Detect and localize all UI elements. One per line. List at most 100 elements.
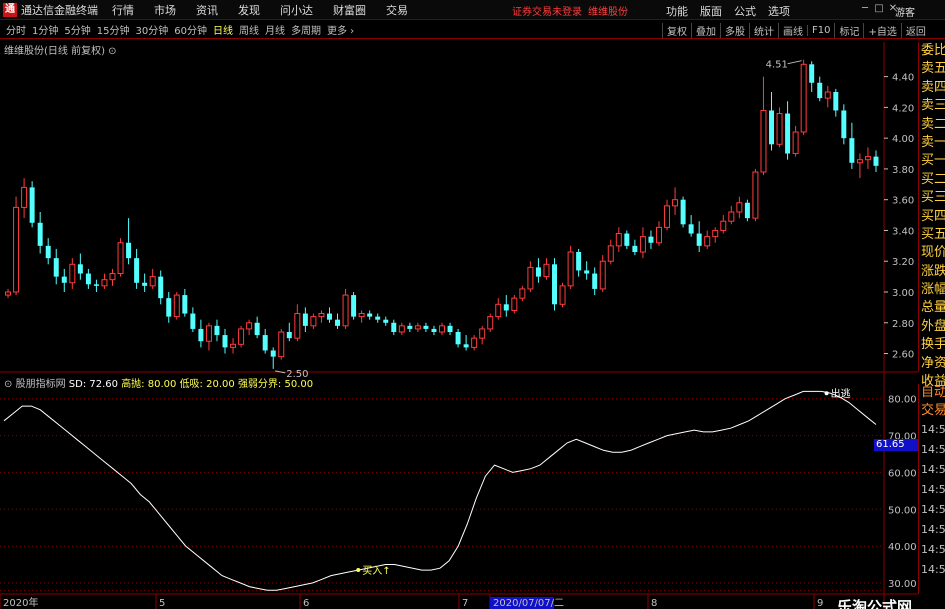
- tool-f10[interactable]: F10: [807, 24, 834, 36]
- candle-body: [278, 331, 285, 358]
- maximize-icon[interactable]: □: [872, 3, 886, 14]
- period-bar: 分时 1分钟 5分钟 15分钟 30分钟 60分钟 日线 周线 月线 多周期 更…: [0, 21, 945, 39]
- candle-body: [824, 91, 831, 99]
- period-fenshi[interactable]: 分时: [6, 22, 26, 37]
- sidebar-item: 外盘: [921, 318, 945, 334]
- tool-duogu[interactable]: 多股: [720, 22, 749, 38]
- period-5min[interactable]: 5分钟: [64, 22, 90, 37]
- buy-signal-dot: [356, 568, 361, 573]
- date-tick-label: 2020年: [3, 596, 38, 609]
- candle-body: [173, 294, 180, 318]
- candle-body: [126, 242, 132, 259]
- tool-diejia[interactable]: 叠加: [691, 22, 720, 38]
- candle-body: [535, 267, 541, 277]
- tool-fuquan[interactable]: 复权: [662, 22, 691, 38]
- minimize-icon[interactable]: ─: [858, 3, 872, 14]
- candle-body: [351, 295, 357, 317]
- sidebar-item: 涨幅: [921, 282, 945, 298]
- indicator-line: [3, 390, 877, 591]
- indicator-sidebar: 自动 交易 14:56 14:56 14:56 14:56 14:56 14:5…: [918, 384, 945, 594]
- sell-signal-label: 出逃: [831, 387, 851, 400]
- candle-body: [101, 279, 108, 287]
- candle-body: [599, 260, 606, 290]
- sell-signal-dot: [824, 391, 829, 396]
- period-30min[interactable]: 30分钟: [135, 22, 168, 37]
- candle-body: [769, 110, 774, 145]
- sidebar-trade[interactable]: 交易: [919, 402, 945, 420]
- candle-body: [383, 319, 389, 323]
- settings-icon[interactable]: ⊙: [108, 46, 116, 57]
- watermark: 乐淘公式网: [837, 598, 913, 609]
- candle-body: [182, 295, 188, 314]
- menu-caifuquan[interactable]: 财富圈: [333, 2, 366, 18]
- candle-body: [61, 276, 67, 283]
- menu-hangqing[interactable]: 行情: [112, 2, 134, 18]
- menu-faxian[interactable]: 发现: [238, 2, 260, 18]
- menu-banmian[interactable]: 版面: [700, 3, 722, 19]
- candle-body: [423, 325, 429, 329]
- menu-gongshi[interactable]: 公式: [734, 3, 756, 19]
- candle-body: [262, 335, 268, 351]
- candle-body: [728, 211, 735, 222]
- candle-body: [205, 325, 212, 342]
- candle-body: [632, 245, 638, 252]
- sidebar-item: 买一: [921, 153, 945, 169]
- candle-body: [680, 199, 686, 225]
- period-more[interactable]: 更多 ›: [327, 22, 354, 37]
- menu-zixun[interactable]: 资讯: [196, 2, 218, 18]
- sidebar-item: 卖四: [921, 79, 945, 95]
- indicator-settings-icon[interactable]: ⊙: [4, 379, 12, 390]
- sidebar-item: 买四: [921, 208, 945, 224]
- period-weekly[interactable]: 周线: [239, 22, 259, 37]
- candle-body: [527, 266, 534, 290]
- candle-body: [624, 233, 630, 246]
- candle-body: [407, 325, 413, 329]
- period-15min[interactable]: 15分钟: [97, 22, 130, 37]
- sidebar-item: 换手: [921, 337, 945, 353]
- candle-body: [704, 236, 711, 247]
- candle-body: [607, 245, 614, 262]
- candle-body: [584, 270, 590, 274]
- menu-jiaoyi[interactable]: 交易: [386, 2, 408, 18]
- title-bar: 通 通达信金融终端 行情 市场 资讯 发现 问小达 财富圈 交易 证券交易未登录…: [0, 0, 945, 20]
- menu-gongneng[interactable]: 功能: [666, 3, 688, 19]
- guest-label[interactable]: 游客: [895, 4, 915, 19]
- date-tick-label: 5: [159, 598, 165, 609]
- menu-xuanxiang[interactable]: 选项: [768, 3, 790, 19]
- candle-body: [326, 313, 332, 320]
- period-60min[interactable]: 60分钟: [174, 22, 207, 37]
- indicator-tick-label: 40.00: [888, 542, 917, 553]
- menu-shichang[interactable]: 市场: [154, 2, 176, 18]
- date-tick-label: 2020/07/07/二: [493, 598, 564, 609]
- candle-body: [720, 220, 727, 231]
- tool-zixuan[interactable]: +自选: [863, 22, 900, 38]
- tool-huaxian[interactable]: 画线: [778, 22, 807, 38]
- tool-biaoji[interactable]: 标记: [834, 22, 863, 38]
- login-notice[interactable]: 证券交易未登录 维维股份: [512, 3, 628, 18]
- candle-body: [576, 252, 582, 271]
- period-daily[interactable]: 日线: [213, 22, 233, 37]
- price-tick-label: 2.80: [892, 319, 914, 330]
- candle-body: [849, 138, 855, 163]
- price-tick-label: 3.40: [892, 226, 914, 237]
- candle-body: [833, 92, 839, 111]
- sidebar-auto[interactable]: 自动: [919, 384, 945, 402]
- candle-body: [375, 316, 381, 320]
- period-1min[interactable]: 1分钟: [32, 22, 58, 37]
- menu-wenxiaoda[interactable]: 问小达: [280, 2, 313, 18]
- candle-body: [142, 282, 148, 286]
- sidebar-item: 卖三: [921, 98, 945, 114]
- period-multi[interactable]: 多周期: [291, 22, 321, 37]
- notice-text: 证券交易未登录: [512, 7, 582, 18]
- tool-tongji[interactable]: 统计: [749, 22, 778, 38]
- candle-body: [639, 236, 646, 253]
- high-marker-label: 4.51: [766, 60, 788, 71]
- tool-fanhui[interactable]: 返回: [900, 22, 930, 38]
- indicator-name[interactable]: 股朋指标网: [16, 379, 66, 390]
- period-monthly[interactable]: 月线: [265, 22, 285, 37]
- candle-body: [214, 325, 220, 336]
- indicator-dixi: 低吸: 20.00: [179, 379, 235, 390]
- indicator-sd: SD: 72.60: [68, 379, 118, 390]
- candle-body: [543, 263, 550, 278]
- trade-time: 14:56: [921, 563, 945, 576]
